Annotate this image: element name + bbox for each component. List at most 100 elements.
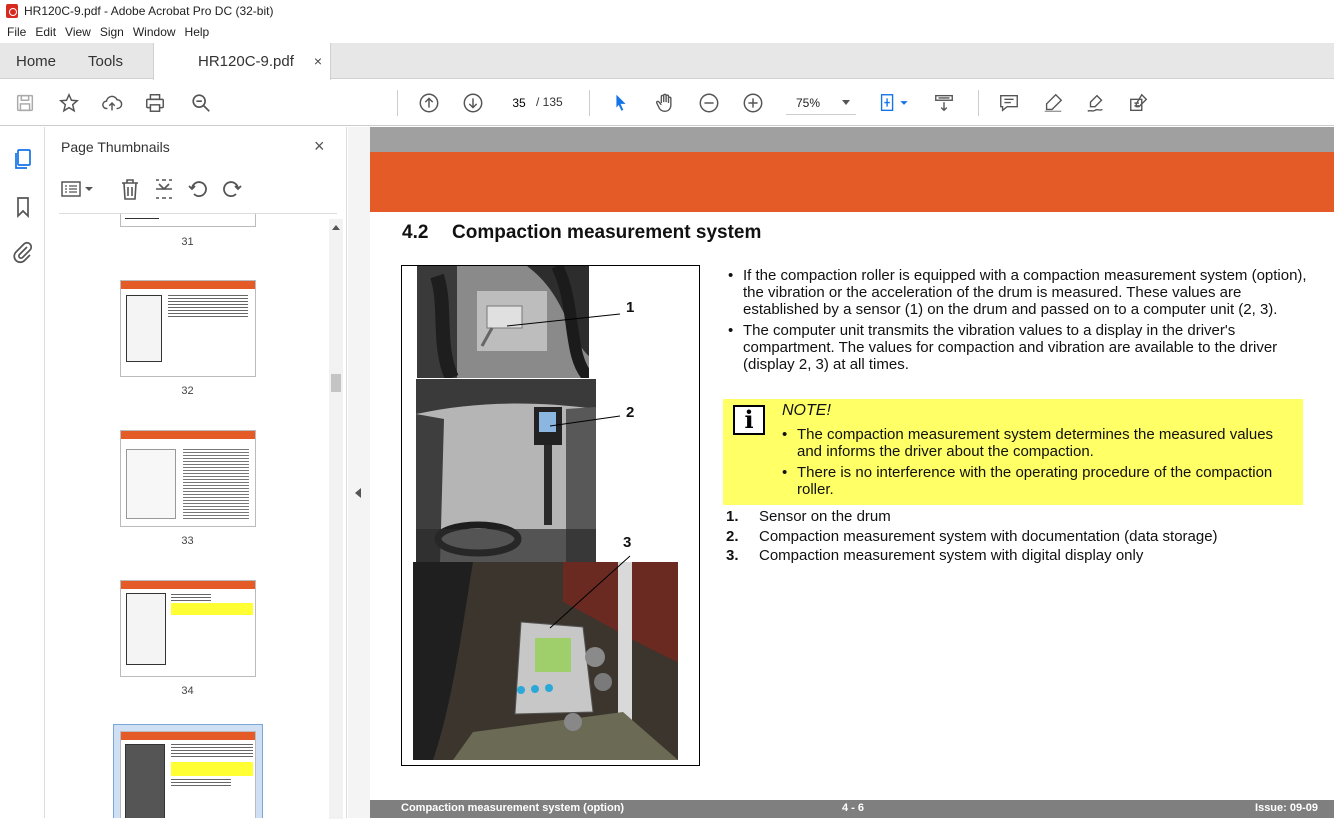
menu-file[interactable]: File [4, 25, 32, 39]
tab-document-label: HR120C-9.pdf [198, 53, 294, 70]
description-bullets: If the compaction roller is equipped wit… [728, 267, 1318, 377]
attachments-icon[interactable] [11, 240, 35, 264]
page-number-input[interactable] [504, 92, 534, 114]
collapse-panel-handle[interactable] [348, 127, 370, 818]
acrobat-pdf-icon [6, 4, 18, 18]
pdf-page: 4.2 Compaction measurement system 1 2 3 … [370, 152, 1334, 818]
menu-view[interactable]: View [62, 25, 97, 39]
legend-number: 1. [726, 508, 739, 525]
title-bar: HR120C-9.pdf - Adobe Acrobat Pro DC (32-… [0, 0, 1334, 22]
thumbnail-page-number: 33 [181, 535, 194, 547]
document-view[interactable]: 4.2 Compaction measurement system 1 2 3 … [370, 127, 1334, 818]
toolbar-separator [978, 90, 979, 116]
navigation-rail [0, 127, 45, 818]
read-mode-icon[interactable] [932, 91, 956, 115]
callout-2: 2 [626, 404, 635, 421]
menu-edit[interactable]: Edit [32, 25, 62, 39]
extract-page-icon[interactable] [153, 177, 175, 201]
toolbar-separator [397, 90, 398, 116]
panel-close-icon[interactable]: × [314, 136, 325, 157]
zoom-select[interactable]: 75% [786, 91, 856, 115]
thumbnail-page[interactable] [120, 580, 256, 677]
thumbnail-options-icon[interactable] [61, 179, 95, 199]
delete-page-icon[interactable] [119, 177, 141, 201]
scroll-up-icon[interactable] [332, 225, 340, 230]
note-box: i NOTE! The compaction measurement syste… [723, 399, 1303, 505]
legend-number: 3. [726, 547, 739, 564]
zoom-in-icon[interactable] [741, 91, 765, 115]
panel-title: Page Thumbnails [61, 139, 170, 155]
rotate-right-icon[interactable] [220, 178, 244, 200]
note-title: NOTE! [782, 402, 831, 419]
rotate-left-icon[interactable] [186, 178, 210, 200]
page-footer: Compaction measurement system (option) 4… [370, 800, 1334, 818]
tab-document[interactable]: HR120C-9.pdf × [153, 43, 331, 80]
figure-frame: 1 2 3 [401, 265, 700, 766]
window-title: HR120C-9.pdf - Adobe Acrobat Pro DC (32-… [24, 4, 274, 18]
footer-section-title: Compaction measurement system (option) [401, 802, 625, 814]
collapse-left-icon [355, 488, 361, 498]
thumbnail-toolbar [59, 177, 339, 201]
thumbnail-page-number: 31 [181, 236, 194, 248]
toolbar-separator [589, 90, 590, 116]
save-icon[interactable] [13, 91, 37, 115]
search-zoom-icon[interactable] [189, 91, 213, 115]
menu-sign[interactable]: Sign [97, 25, 130, 39]
tab-close-icon[interactable]: × [314, 53, 322, 69]
callout-lines [506, 313, 631, 629]
bookmark-star-icon[interactable] [57, 91, 81, 115]
menu-bar: File Edit View Sign Window Help [0, 22, 1334, 42]
legend-text: Compaction measurement system with digit… [759, 547, 1144, 564]
thumbnail-header-band [121, 581, 255, 589]
legend-text: Compaction measurement system with docum… [759, 527, 1218, 545]
edit-pdf-icon[interactable] [1127, 91, 1151, 115]
thumbnail-list: 31 32 33 34 [45, 214, 330, 818]
bullet-text: If the compaction roller is equipped wit… [728, 267, 1318, 318]
thumbnail-page[interactable] [120, 430, 256, 527]
sign-fill-icon[interactable] [1084, 91, 1108, 115]
tab-home[interactable]: Home [16, 43, 56, 79]
legend-row: 3. Compaction measurement system with dig… [726, 546, 1218, 566]
note-item: There is no interference with the operat… [782, 464, 1292, 498]
zoom-value: 75% [796, 95, 821, 110]
figure-legend: 1. Sensor on the drum 2. Compaction measur… [726, 507, 1218, 566]
section-title: Compaction measurement system [452, 222, 762, 243]
print-icon[interactable] [143, 91, 167, 115]
tab-bar: Home Tools HR120C-9.pdf × [0, 43, 1334, 80]
page-header-band [370, 152, 1334, 212]
chevron-down-icon [842, 100, 850, 105]
tab-tools[interactable]: Tools [88, 43, 123, 79]
previous-page-icon[interactable] [417, 91, 441, 115]
next-page-icon[interactable] [461, 91, 485, 115]
thumbnail-page[interactable] [120, 214, 256, 227]
thumbnail-scrollbar[interactable] [329, 219, 343, 819]
section-number: 4.2 [402, 222, 429, 243]
comment-icon[interactable] [997, 91, 1021, 115]
page-thumbnails-panel: Page Thumbnails × 31 32 33 34 [45, 127, 347, 819]
scrollbar-thumb[interactable] [331, 374, 341, 392]
bookmarks-icon[interactable] [11, 195, 35, 219]
fit-page-dropdown-icon[interactable] [898, 91, 910, 115]
info-icon: i [733, 405, 765, 435]
note-items: The compaction measurement system determ… [782, 426, 1292, 502]
thumbnail-page-number: 34 [181, 685, 194, 697]
select-cursor-icon[interactable] [609, 91, 633, 115]
thumbnail-header-band [121, 431, 255, 439]
zoom-out-icon[interactable] [697, 91, 721, 115]
footer-issue: Issue: 09-09 [1255, 802, 1318, 814]
legend-row: 2. Compaction measurement system with doc… [726, 527, 1218, 547]
page-thumbnails-icon[interactable] [11, 147, 35, 171]
legend-row: 1. Sensor on the drum [726, 507, 1218, 527]
bullet-text: The computer unit transmits the vibratio… [728, 322, 1318, 373]
highlight-pen-icon[interactable] [1041, 91, 1065, 115]
thumbnail-page-current[interactable] [120, 731, 256, 818]
fit-page-icon[interactable] [876, 91, 900, 115]
callout-3: 3 [623, 534, 632, 551]
upload-cloud-icon[interactable] [100, 91, 124, 115]
menu-help[interactable]: Help [182, 25, 216, 39]
thumbnail-page[interactable] [120, 280, 256, 377]
menu-window[interactable]: Window [130, 25, 182, 39]
hand-tool-icon[interactable] [653, 91, 677, 115]
toolbar [0, 80, 1334, 126]
section-heading: 4.2 Compaction measurement system [402, 222, 761, 244]
